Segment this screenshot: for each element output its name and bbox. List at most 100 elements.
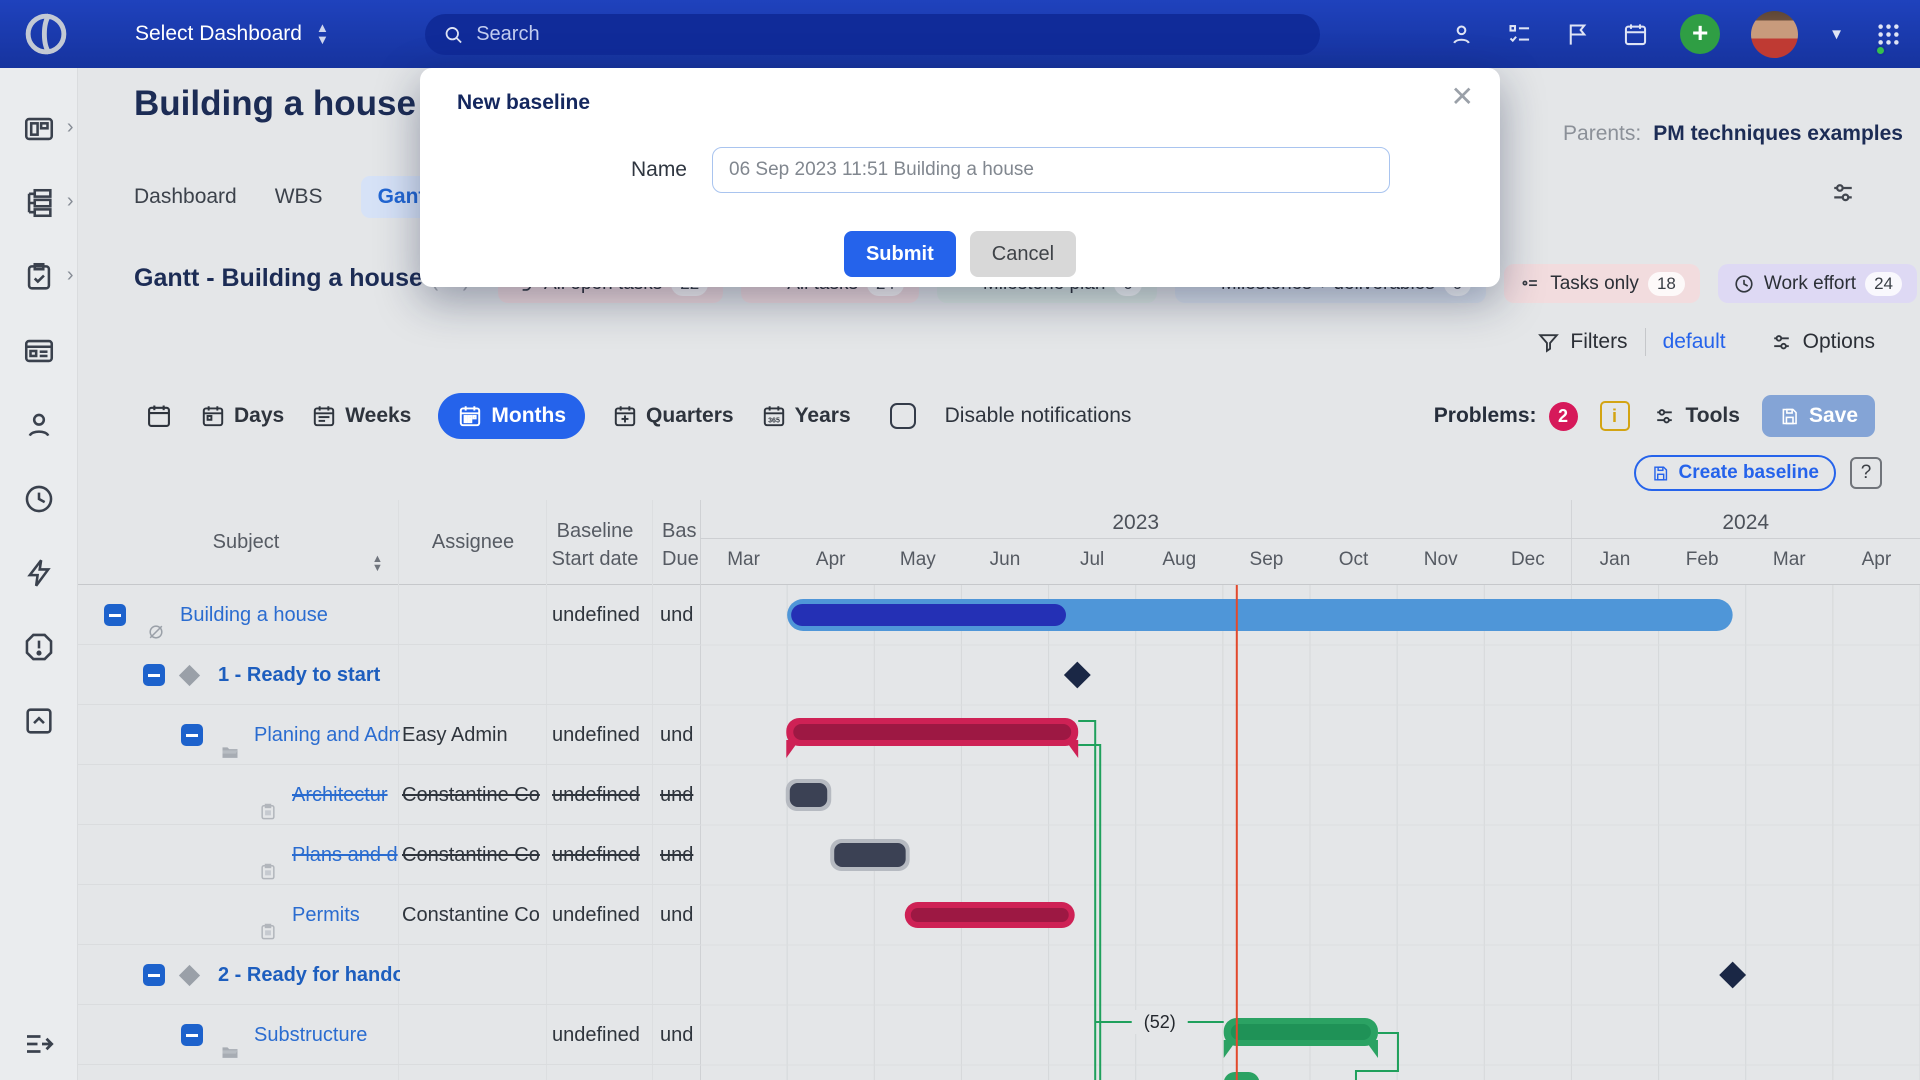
chevron-down-icon[interactable]: ▼ — [1829, 26, 1844, 43]
column-assignee[interactable]: Assignee — [408, 531, 538, 554]
app-logo-icon[interactable] — [20, 8, 72, 60]
sidebar-item-bolt[interactable] — [0, 552, 78, 593]
app-screen: Select Dashboard ▲▼ + ▼ — [0, 0, 1920, 1080]
zoom-weeks-button[interactable]: Weeks — [311, 403, 411, 429]
gantt-chart[interactable]: (52) — [700, 585, 1920, 1080]
baseline-start-cell: undefined — [552, 825, 656, 885]
zoom-quarters-button[interactable]: Quarters — [612, 403, 734, 429]
table-row-architectur: ArchitecturConstantine Coundefinedund — [78, 765, 700, 825]
sidebar-item-person[interactable] — [0, 404, 78, 445]
help-button[interactable]: ? — [1850, 457, 1882, 489]
subject-cell: Permits — [78, 885, 400, 945]
baseline-start-cell — [552, 645, 656, 705]
subject-link[interactable]: Substructure — [254, 1005, 367, 1065]
apps-grid-icon[interactable] — [1875, 21, 1902, 48]
options-button[interactable]: Options — [1769, 330, 1875, 355]
sidebar-item-dashboard[interactable]: › — [0, 108, 78, 149]
sidebar: › › › — [0, 68, 78, 1080]
disable-notifications-label: Disable notifications — [945, 404, 1132, 428]
save-button[interactable]: Save — [1762, 395, 1875, 437]
filters-button[interactable]: Filters — [1536, 330, 1627, 355]
gantt-bar-plans-and-d[interactable] — [834, 843, 905, 867]
select-dashboard[interactable]: Select Dashboard ▲▼ — [135, 0, 329, 68]
info-icon[interactable]: i — [1600, 401, 1630, 431]
sidebar-item-clipboard-check[interactable]: › — [0, 256, 78, 297]
sidebar-item-clock[interactable] — [0, 478, 78, 519]
collapse-toggle[interactable] — [181, 724, 203, 746]
calendar-icon[interactable] — [1622, 21, 1649, 48]
gantt-bar-planing-and-adm[interactable] — [793, 724, 1071, 740]
sidebar-expand-button[interactable] — [0, 1026, 78, 1062]
collapse-toggle[interactable] — [104, 604, 126, 626]
sliders-icon — [1769, 330, 1794, 355]
gantt-bar-1-ready-to-start[interactable] — [1064, 662, 1091, 689]
sidebar-item-card[interactable] — [0, 330, 78, 371]
subject-link[interactable]: Permits — [292, 885, 360, 945]
filter-default-link[interactable]: default — [1663, 330, 1726, 354]
gantt-link[interactable] — [1078, 721, 1095, 1080]
subject-link[interactable]: 2 - Ready for handover — [218, 945, 400, 1005]
subject-link[interactable]: Architectur — [292, 765, 388, 825]
calendar-picker-icon[interactable] — [145, 402, 173, 430]
gantt-bar-2-ready-for-handover[interactable] — [1719, 962, 1746, 989]
gantt-bar-building-a-house-progress[interactable] — [791, 604, 1066, 626]
tools-button[interactable]: Tools — [1652, 404, 1740, 429]
chevron-right-icon[interactable]: › — [67, 190, 74, 213]
floppy-icon — [1779, 406, 1800, 427]
column-subject[interactable]: Subject — [178, 531, 314, 554]
gantt-bar-substructure[interactable] — [1231, 1024, 1371, 1040]
close-icon[interactable]: ✕ — [1451, 80, 1474, 113]
gantt-link[interactable] — [1078, 745, 1100, 1080]
avatar[interactable] — [1751, 11, 1798, 58]
submit-button[interactable]: Submit — [844, 231, 956, 277]
create-baseline-label: Create baseline — [1679, 462, 1819, 484]
column-baseline-due[interactable]: BasDue — [662, 517, 702, 573]
subject-link[interactable]: Building a house — [180, 585, 328, 645]
filter-chip-tasks-only[interactable]: Tasks only18 — [1504, 264, 1700, 303]
user-icon[interactable] — [1448, 21, 1475, 48]
tasks-checklist-icon[interactable] — [1506, 21, 1533, 48]
gantt-bar-permits[interactable] — [911, 908, 1069, 922]
sidebar-item-hierarchy[interactable]: › — [0, 182, 78, 223]
gantt-bar-substructure-label[interactable]: (52) — [1144, 1012, 1176, 1032]
options-label: Options — [1803, 330, 1875, 354]
disable-notifications-checkbox[interactable] — [890, 403, 916, 429]
alert-icon — [22, 630, 56, 664]
gantt-bar-planing-and-adm[interactable] — [786, 740, 799, 758]
subject-link[interactable]: Plans and d — [292, 825, 398, 885]
page-settings-sliders-icon[interactable] — [1828, 178, 1858, 208]
chevron-right-icon[interactable]: › — [67, 264, 74, 287]
gantt-bar-row8[interactable] — [1224, 1072, 1260, 1080]
sort-icon[interactable]: ▲▼ — [372, 555, 383, 573]
search-input[interactable] — [474, 22, 1302, 47]
create-baseline-button[interactable]: Create baseline — [1634, 455, 1836, 491]
baseline-name-input[interactable] — [712, 147, 1390, 193]
parents-value[interactable]: PM techniques examples — [1653, 122, 1903, 146]
zoom-days-button[interactable]: Days — [200, 403, 284, 429]
column-baseline-start[interactable]: BaselineStart date — [542, 517, 648, 573]
gantt-bar-substructure[interactable] — [1224, 1040, 1237, 1058]
problems-indicator[interactable]: Problems: 2 — [1434, 402, 1578, 431]
gantt-bar-architectur[interactable] — [790, 783, 827, 807]
zoom-label: Days — [234, 404, 284, 428]
zoom-years-button[interactable]: 365Years — [761, 403, 851, 429]
month-label: Jul — [1080, 549, 1104, 571]
subject-link[interactable]: Planing and Adm — [254, 705, 400, 765]
milestone-icon — [179, 665, 200, 686]
collapse-toggle[interactable] — [143, 964, 165, 986]
subject-link[interactable]: 1 - Ready to start — [218, 645, 380, 705]
topbar-actions: + ▼ — [1448, 0, 1902, 68]
sidebar-item-box-up[interactable] — [0, 700, 78, 741]
collapse-toggle[interactable] — [143, 664, 165, 686]
project-icon — [146, 606, 166, 626]
filter-chip-work-effort[interactable]: Work effort24 — [1718, 264, 1917, 303]
flag-icon[interactable] — [1564, 21, 1591, 48]
cancel-button[interactable]: Cancel — [970, 231, 1076, 277]
collapse-toggle[interactable] — [181, 1024, 203, 1046]
tab-dashboard[interactable]: Dashboard — [134, 176, 237, 218]
chevron-right-icon[interactable]: › — [67, 116, 74, 139]
sidebar-item-alert[interactable] — [0, 626, 78, 667]
add-button[interactable]: + — [1680, 14, 1720, 54]
zoom-months-button[interactable]: Months — [438, 393, 585, 439]
tab-wbs[interactable]: WBS — [275, 176, 323, 218]
